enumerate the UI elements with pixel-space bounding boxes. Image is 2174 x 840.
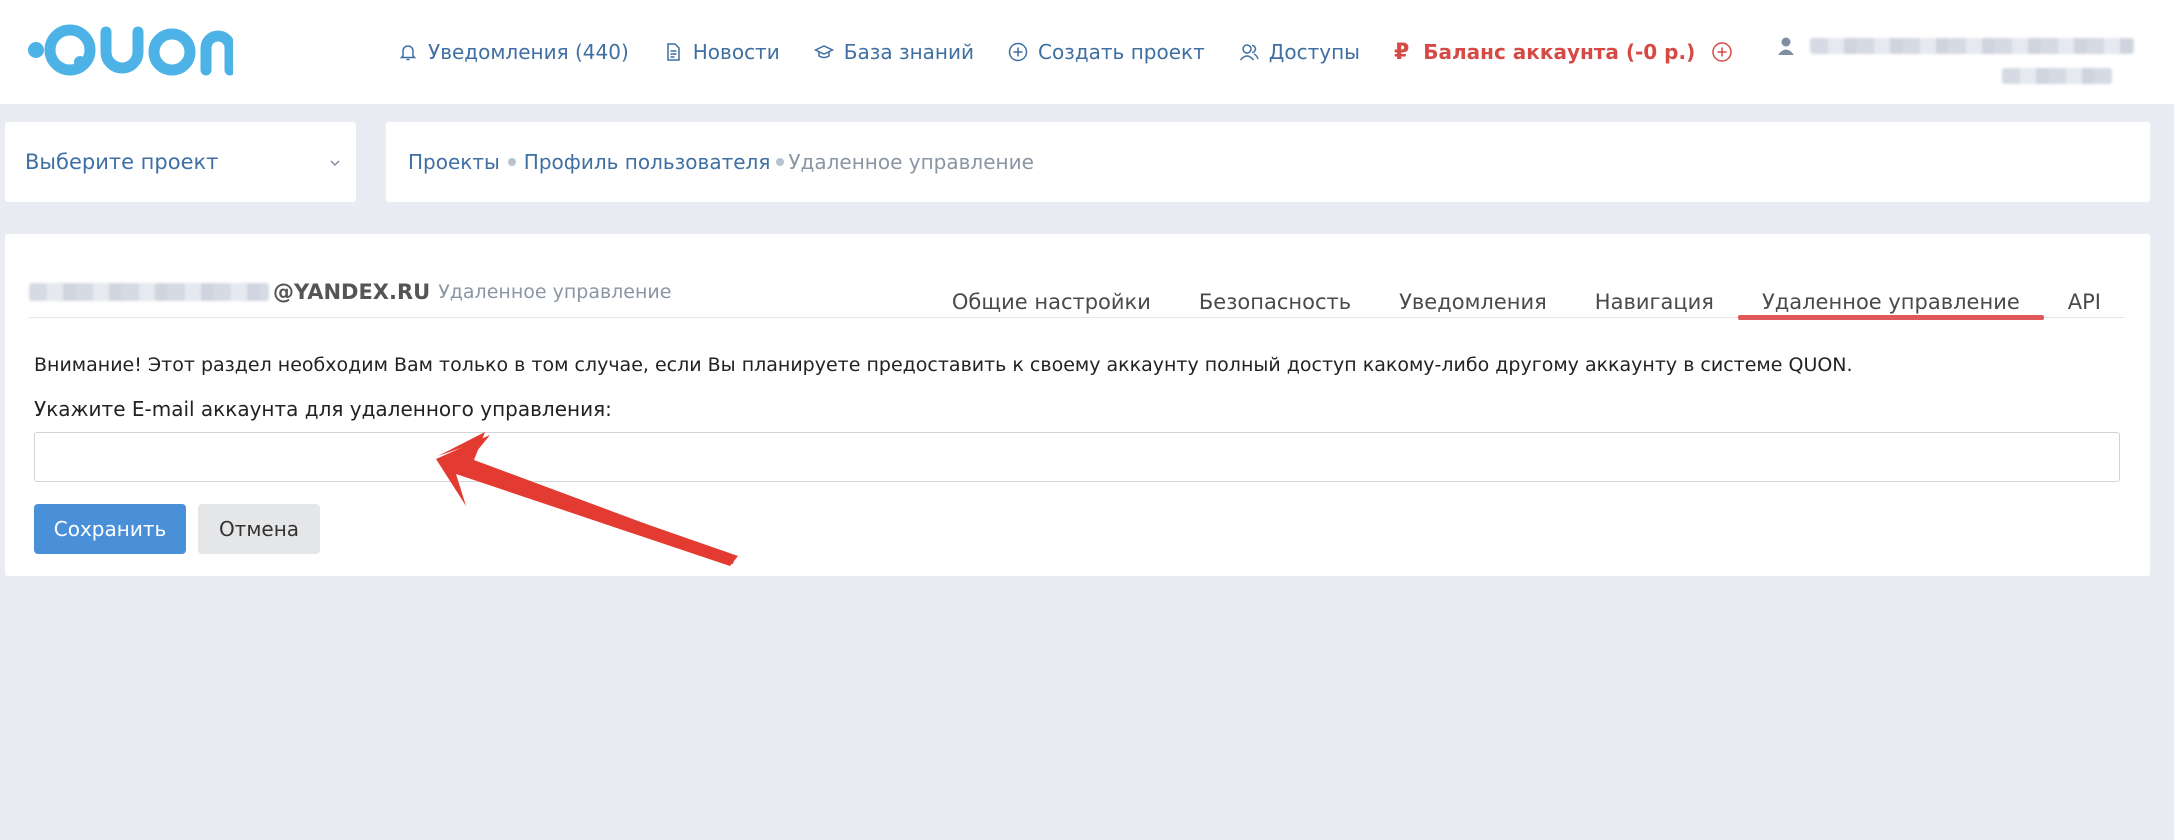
project-select-label: Выберите проект bbox=[25, 150, 219, 174]
save-button[interactable]: Сохранить bbox=[34, 504, 186, 554]
tab-navigation[interactable]: Навигация bbox=[1571, 254, 1738, 318]
add-balance-icon[interactable] bbox=[1711, 41, 1733, 63]
account-section-label: Удаленное управление bbox=[438, 281, 672, 303]
account-email: @YANDEX.RU Удаленное управление bbox=[29, 280, 671, 304]
document-icon bbox=[663, 42, 683, 62]
bell-icon bbox=[398, 42, 418, 62]
user-name-redacted bbox=[1810, 38, 2134, 54]
account-email-domain: @YANDEX.RU bbox=[273, 280, 431, 304]
nav-knowledge-base[interactable]: База знаний bbox=[813, 40, 974, 64]
breadcrumb-projects[interactable]: Проекты bbox=[408, 150, 500, 174]
settings-card: @YANDEX.RU Удаленное управление Общие на… bbox=[5, 234, 2150, 576]
card-header: @YANDEX.RU Удаленное управление Общие на… bbox=[29, 254, 2125, 320]
nav-access[interactable]: Доступы bbox=[1239, 40, 1360, 64]
notice-text: Внимание! Этот раздел необходим Вам толь… bbox=[34, 354, 1853, 376]
top-bar: Уведомления (440) Новости База знаний Со… bbox=[0, 0, 2174, 104]
breadcrumb-separator bbox=[776, 158, 785, 166]
user-icon bbox=[1778, 37, 1794, 55]
breadcrumb-separator bbox=[507, 158, 516, 166]
nav-notifications-label: Уведомления (440) bbox=[428, 40, 629, 64]
remote-email-input[interactable] bbox=[34, 432, 2120, 482]
nav-create-project[interactable]: Создать проект bbox=[1008, 40, 1205, 64]
tab-notifications[interactable]: Уведомления bbox=[1375, 254, 1571, 318]
users-icon bbox=[1239, 42, 1259, 62]
user-menu[interactable] bbox=[1776, 34, 2136, 90]
nav-news-label: Новости bbox=[692, 40, 780, 64]
tab-general[interactable]: Общие настройки bbox=[928, 254, 1175, 318]
nav-create-project-label: Создать проект bbox=[1037, 40, 1205, 64]
chevron-down-icon bbox=[330, 160, 340, 167]
breadcrumb-profile[interactable]: Профиль пользователя bbox=[524, 150, 771, 174]
nav-balance[interactable]: ₽ Баланс аккаунта (-0 р.) bbox=[1394, 40, 1695, 65]
nav-notifications[interactable]: Уведомления (440) bbox=[398, 40, 629, 64]
tab-remote-control[interactable]: Удаленное управление bbox=[1737, 254, 2044, 320]
settings-tabs: Общие настройки Безопасность Уведомления… bbox=[928, 254, 2125, 320]
account-email-redacted bbox=[29, 283, 269, 301]
user-email-redacted bbox=[2002, 68, 2112, 84]
nav-access-label: Доступы bbox=[1268, 40, 1360, 64]
plus-circle-icon bbox=[1008, 42, 1028, 62]
quon-logo[interactable] bbox=[18, 18, 233, 82]
cancel-button[interactable]: Отмена bbox=[198, 504, 320, 554]
main-nav: Уведомления (440) Новости База знаний Со… bbox=[398, 0, 1733, 104]
ruble-icon: ₽ bbox=[1393, 39, 1410, 65]
balance-label: Баланс аккаунта (-0 р.) bbox=[1423, 40, 1696, 64]
nav-knowledge-base-label: База знаний bbox=[843, 40, 974, 64]
nav-news[interactable]: Новости bbox=[663, 40, 780, 64]
email-field-label: Укажите E-mail аккаунта для удаленного у… bbox=[34, 397, 612, 421]
graduation-cap-icon bbox=[813, 42, 834, 62]
tab-security[interactable]: Безопасность bbox=[1175, 254, 1375, 318]
tab-api[interactable]: API bbox=[2044, 254, 2125, 318]
project-select[interactable]: Выберите проект bbox=[5, 122, 356, 202]
breadcrumb: Проекты Профиль пользователя Удаленное у… bbox=[386, 122, 2150, 202]
breadcrumb-current: Удаленное управление bbox=[788, 150, 1034, 174]
